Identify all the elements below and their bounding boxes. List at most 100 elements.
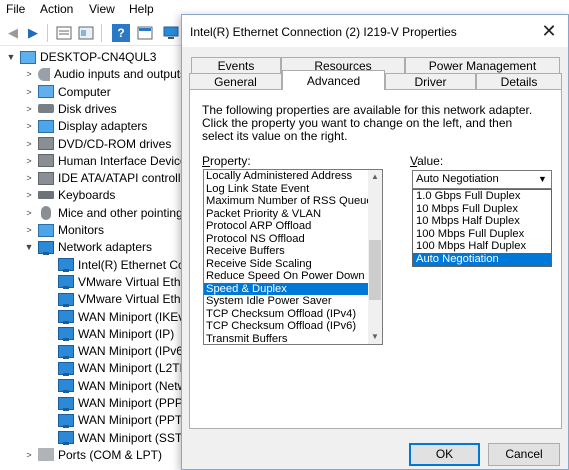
tree-item[interactable]: > Computer — [24, 83, 110, 101]
collapsed-chevron-icon[interactable]: > — [24, 87, 34, 97]
tree-item[interactable]: > Disk drives — [24, 100, 116, 118]
tree-item[interactable]: > Ports (COM & LPT) — [24, 446, 162, 464]
ok-button[interactable]: OK — [409, 443, 480, 466]
tree-item-label: WAN Miniport (L2TF — [78, 361, 187, 376]
collapsed-chevron-icon[interactable]: > — [24, 225, 34, 235]
menu-view[interactable]: View — [89, 2, 115, 16]
tree-item-network-adapter[interactable]: WAN Miniport (Netw — [44, 377, 186, 395]
tree-item-network-adapter[interactable]: Intel(R) Ethernet Cor — [44, 256, 189, 274]
network-adapter-icon — [58, 396, 74, 411]
tree-item[interactable]: > Audio inputs and outputs — [24, 65, 186, 83]
tree-item[interactable]: > Monitors — [24, 221, 104, 239]
chevron-down-icon[interactable]: ▼ — [535, 172, 550, 187]
tree-item-network-adapter[interactable]: WAN Miniport (L2TF — [44, 359, 187, 377]
property-list[interactable]: Locally Administered Address Log Link Sta… — [203, 169, 383, 345]
tree-item-label: Intel(R) Ethernet Cor — [78, 257, 189, 272]
tree-item-label: IDE ATA/ATAPI controlle — [58, 171, 188, 186]
tree-item[interactable]: > DVD/CD-ROM drives — [24, 135, 171, 153]
help-icon[interactable]: ? — [112, 24, 130, 42]
property-item[interactable]: Receive Side Scaling — [204, 258, 369, 271]
property-item[interactable]: TCP Checksum Offload (IPv6) — [204, 320, 369, 333]
collapsed-chevron-icon[interactable]: > — [24, 104, 34, 114]
network-adapter-icon — [58, 292, 74, 307]
forward-arrow-icon[interactable]: ▶ — [24, 24, 42, 42]
tree-root[interactable]: ▼ DESKTOP-CN4QUL3 — [6, 48, 157, 66]
expanded-chevron-icon[interactable]: ▼ — [6, 52, 16, 62]
property-label: Property: — [202, 154, 251, 168]
tree-item[interactable]: > Keyboards — [24, 186, 115, 204]
scroll-up-icon[interactable]: ▲ — [368, 170, 382, 184]
value-option[interactable]: 10 Mbps Full Duplex — [413, 203, 551, 216]
property-list-scrollbar[interactable]: ▲ ▼ — [368, 170, 382, 344]
tree-item-network-adapter[interactable]: WAN Miniport (IKEv — [44, 308, 184, 326]
monitor-icon[interactable] — [162, 24, 180, 42]
property-item[interactable]: Protocol ARP Offload — [204, 220, 369, 233]
property-item[interactable]: TCP Checksum Offload (IPv4) — [204, 308, 369, 321]
property-item[interactable]: Speed & Duplex — [204, 282, 369, 295]
close-icon[interactable]: ✕ — [538, 20, 560, 42]
tree-item-label: WAN Miniport (PPP — [78, 396, 183, 410]
console-icon[interactable] — [136, 24, 154, 42]
property-item[interactable]: Locally Administered Address — [204, 170, 369, 183]
property-item[interactable]: System Idle Power Saver — [204, 295, 369, 308]
property-item[interactable]: Receive Buffers — [204, 245, 369, 258]
property-item[interactable]: Protocol NS Offload — [204, 233, 369, 246]
property-item[interactable]: Log Link State Event — [204, 183, 369, 196]
expanded-chevron-icon[interactable]: ▼ — [24, 242, 34, 252]
back-arrow-icon[interactable]: ◀ — [4, 24, 22, 42]
network-adapter-icon — [58, 431, 74, 446]
value-option[interactable]: 10 Mbps Half Duplex — [413, 215, 551, 228]
tree-item-network-adapter[interactable]: VMware Virtual Ethe — [44, 290, 187, 308]
tree-item-label: Network adapters — [58, 240, 153, 255]
menu-file[interactable]: File — [6, 2, 25, 16]
value-option[interactable]: Auto Negotiation — [413, 252, 551, 266]
property-item[interactable]: Transmit Buffers — [204, 333, 369, 345]
show-hidden-icon[interactable] — [77, 24, 95, 42]
computer-icon — [38, 85, 54, 99]
tree-item[interactable]: ▼ Network adapters — [24, 238, 152, 256]
collapsed-chevron-icon[interactable]: > — [24, 450, 34, 460]
speaker-icon — [38, 67, 50, 81]
collapsed-chevron-icon[interactable]: > — [24, 69, 34, 79]
tree-item-network-adapter[interactable]: WAN Miniport (IPv6 — [44, 342, 183, 360]
network-adapter-icon — [38, 240, 54, 255]
collapsed-chevron-icon[interactable]: > — [24, 139, 34, 149]
tree-item[interactable]: > Human Interface Device — [24, 152, 187, 170]
tree-item-network-adapter[interactable]: WAN Miniport (PPP — [44, 394, 183, 412]
cancel-button[interactable]: Cancel — [488, 443, 560, 466]
tree-item-network-adapter[interactable]: WAN Miniport (SSTF — [44, 429, 190, 447]
tab-advanced[interactable]: Advanced — [282, 70, 385, 90]
menu-action[interactable]: Action — [40, 2, 73, 16]
collapsed-chevron-icon[interactable]: > — [24, 156, 34, 166]
tree-item-network-adapter[interactable]: VMware Virtual Ethe — [44, 273, 187, 291]
value-option[interactable]: 100 Mbps Full Duplex — [413, 228, 551, 241]
tree-item-label: WAN Miniport (IP) — [78, 326, 175, 341]
collapsed-chevron-icon[interactable]: > — [24, 190, 34, 200]
property-item[interactable]: Reduce Speed On Power Down — [204, 270, 369, 283]
collapsed-chevron-icon[interactable]: > — [24, 208, 34, 218]
tree-item-label: DVD/CD-ROM drives — [58, 136, 172, 151]
description-text: The following properties are available f… — [202, 103, 533, 143]
collapsed-chevron-icon[interactable]: > — [24, 173, 34, 183]
menu-help[interactable]: Help — [129, 2, 154, 16]
property-item[interactable]: Packet Priority & VLAN — [204, 208, 369, 221]
tree-item[interactable]: > IDE ATA/ATAPI controlle — [24, 169, 187, 187]
port-icon — [38, 448, 54, 462]
tree-item-label: Display adapters — [58, 119, 148, 134]
scroll-down-icon[interactable]: ▼ — [368, 330, 382, 344]
collapsed-chevron-icon[interactable]: > — [24, 121, 34, 131]
tree-item-network-adapter[interactable]: WAN Miniport (PPT — [44, 411, 182, 429]
scrollbar-thumb[interactable] — [369, 240, 381, 300]
value-dropdown[interactable]: Auto Negotiation ▼ — [412, 170, 552, 189]
toolbar-separator — [101, 24, 102, 42]
properties-icon[interactable] — [55, 24, 73, 42]
network-adapter-icon — [58, 310, 74, 324]
tree-item[interactable]: > Mice and other pointing — [24, 204, 183, 222]
tree-item-label: Human Interface Device — [58, 153, 187, 168]
properties-dialog: Intel(R) Ethernet Connection (2) I219-V … — [181, 14, 569, 470]
property-item[interactable]: Maximum Number of RSS Queues — [204, 195, 369, 208]
value-option[interactable]: 1.0 Gbps Full Duplex — [413, 190, 551, 203]
tree-item[interactable]: > Display adapters — [24, 117, 147, 135]
value-option[interactable]: 100 Mbps Half Duplex — [413, 240, 551, 253]
tree-item-network-adapter[interactable]: WAN Miniport (IP) — [44, 325, 174, 343]
